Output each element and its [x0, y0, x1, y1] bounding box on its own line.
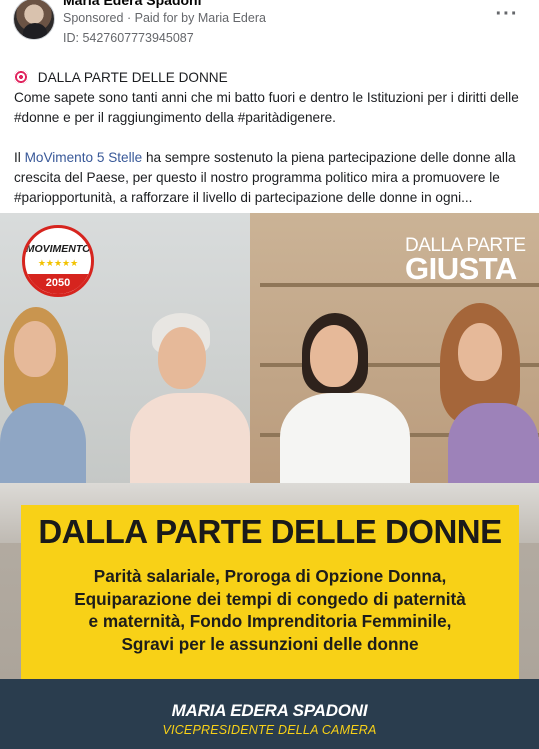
slogan-big: GIUSTA: [405, 251, 517, 286]
more-options-button[interactable]: ···: [492, 4, 522, 28]
movimento-logo: MOVIMENTO ★★★★★ 2050: [22, 225, 94, 297]
logo-year: 2050: [25, 274, 91, 294]
policy-list: Parità salariale, Proroga di Opzione Don…: [28, 565, 512, 655]
logo-stars: ★★★★★: [37, 258, 79, 268]
paid-for-name[interactable]: Maria Edera: [198, 11, 266, 25]
ad-creative-image[interactable]: MOVIMENTO ★★★★★ 2050 DALLA PARTE GIUSTA …: [0, 213, 539, 749]
author-avatar[interactable]: [13, 0, 55, 40]
separator: ·: [126, 11, 132, 25]
policy-line: Sgravi per le assunzioni delle donne: [121, 633, 419, 654]
policy-line: Parità salariale, Proroga di Opzione Don…: [93, 566, 447, 586]
paragraph-2: Il MoVimento 5 Stelle ha sempre sostenut…: [14, 148, 526, 208]
target-icon: [14, 70, 28, 84]
woman-photo-1: [0, 303, 100, 503]
policy-line: e maternità, Fondo Imprenditoria Femmini…: [88, 611, 452, 631]
movimento-link[interactable]: MoVimento 5 Stelle: [25, 150, 143, 165]
paragraph-2-prefix: Il: [14, 150, 25, 165]
woman-photo-4: [430, 303, 539, 503]
ad-id: ID: 5427607773945087: [63, 31, 194, 45]
author-name[interactable]: Maria Edera Spadoni: [63, 0, 201, 8]
footer-name: MARIA EDERA SPADONI: [171, 701, 368, 720]
policy-line: Equiparazione dei tempi di congedo di pa…: [74, 588, 466, 609]
post-body: DALLA PARTE DELLE DONNE Come sapete sono…: [14, 68, 526, 228]
sponsored-line: Sponsored · Paid for by Maria Edera: [63, 11, 266, 25]
paragraph-1: Come sapete sono tanti anni che mi batto…: [14, 90, 519, 125]
sponsored-label: Sponsored: [63, 11, 124, 25]
post-header: Maria Edera Spadoni Sponsored · Paid for…: [0, 0, 539, 52]
woman-photo-3: [280, 313, 420, 503]
logo-word: MOVIMENTO: [25, 243, 91, 255]
more-horizontal-icon: ···: [495, 3, 519, 25]
post-title: DALLA PARTE DELLE DONNE: [37, 70, 228, 85]
paid-for-label: Paid for by: [134, 11, 195, 25]
footer-role: VICEPRESIDENTE DELLA CAMERA: [162, 723, 377, 737]
woman-photo-2: [120, 313, 260, 503]
headline: DALLA PARTE DELLE DONNE: [38, 513, 502, 550]
